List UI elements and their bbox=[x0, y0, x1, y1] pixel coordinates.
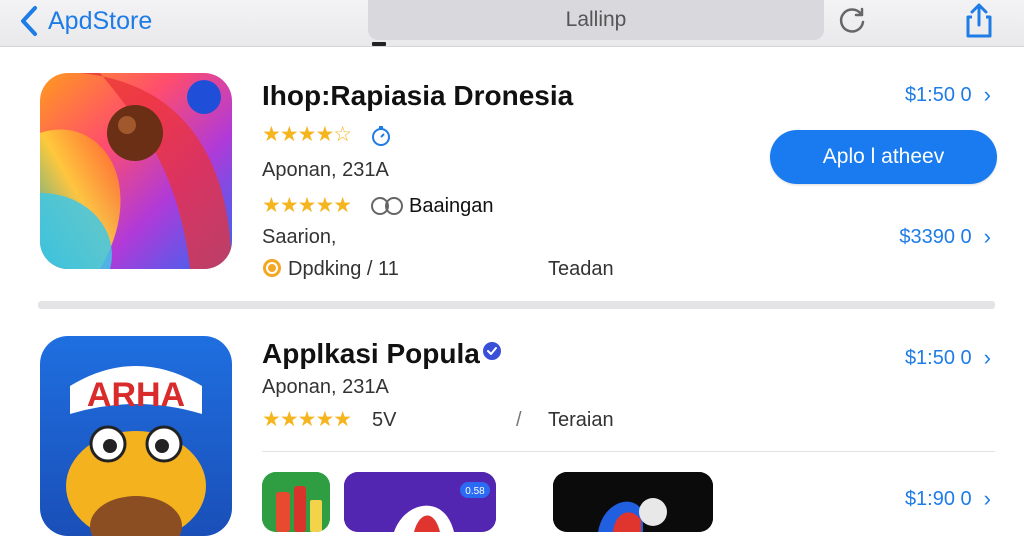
chevron-right-icon: › bbox=[983, 224, 991, 249]
category-label: Teadan bbox=[548, 258, 614, 280]
price-value: $3390 0 bbox=[899, 225, 972, 248]
rating-count: 5V bbox=[372, 409, 397, 431]
price-link[interactable]: $1:50 0 › bbox=[905, 345, 991, 371]
get-app-label: Aplo l atheev bbox=[822, 145, 945, 168]
chat-bubbles-icon bbox=[371, 197, 403, 215]
rating-stars: ★★★★★ bbox=[262, 408, 352, 431]
info-label: Dpdking / 11 bbox=[288, 258, 399, 280]
icon-text: ARHA bbox=[87, 376, 185, 414]
price-value: $1:90 0 bbox=[904, 487, 972, 510]
price-link[interactable]: $1:50 0 › bbox=[905, 82, 991, 108]
app-title[interactable]: Ihop:Rapiasia Dronesia bbox=[262, 80, 573, 112]
rating-stars: ★★★★★ bbox=[262, 194, 352, 217]
chevron-right-icon: › bbox=[983, 82, 991, 107]
back-label: ApdStore bbox=[48, 6, 153, 35]
review-label: Baaingan bbox=[409, 195, 494, 217]
row-divider bbox=[262, 451, 995, 452]
chevron-right-icon: › bbox=[983, 486, 991, 511]
app-thumbnail-drinks[interactable] bbox=[262, 472, 330, 532]
price-value: $1:50 0 bbox=[904, 83, 972, 106]
app-meta: Aponan, 231A bbox=[262, 159, 389, 181]
stopwatch-icon bbox=[372, 126, 390, 146]
app-thumbnail-purple[interactable]: 0.58 bbox=[344, 472, 496, 532]
app-icon-arha[interactable]: ARHA bbox=[40, 336, 232, 536]
section-divider bbox=[38, 301, 995, 309]
search-text: Lallinp bbox=[565, 8, 627, 31]
separator: / bbox=[516, 409, 522, 431]
chevron-left-icon bbox=[21, 6, 37, 36]
drink-icon bbox=[262, 472, 330, 532]
badge-text: 0.58 bbox=[465, 486, 485, 497]
verified-badge-icon bbox=[483, 342, 501, 360]
reload-icon[interactable] bbox=[838, 5, 868, 35]
app-icon-rainbow[interactable] bbox=[40, 73, 232, 269]
app-subtitle: Saarion, bbox=[262, 226, 337, 248]
mascot-icon: ARHA bbox=[40, 336, 232, 536]
rating-stars: ★★★★☆ bbox=[262, 123, 352, 146]
price-link[interactable]: $3390 0 › bbox=[899, 224, 991, 250]
search-field[interactable]: Lallinp bbox=[368, 0, 824, 40]
app-meta: Aponan, 231A bbox=[262, 376, 389, 398]
chevron-right-icon: › bbox=[983, 345, 991, 370]
app-thumbnail-dark[interactable] bbox=[553, 472, 713, 532]
rainbow-swirl-icon bbox=[40, 73, 232, 269]
get-app-button[interactable]: Aplo l atheev bbox=[770, 130, 997, 184]
category-label: Teraian bbox=[548, 409, 614, 431]
back-button[interactable]: ApdStore bbox=[18, 4, 152, 38]
app-title[interactable]: Applkasi Popula bbox=[262, 338, 480, 370]
price-link[interactable]: $1:90 0 › bbox=[905, 486, 991, 512]
price-value: $1:50 0 bbox=[904, 346, 972, 369]
navigation-bar: ApdStore Lallinp bbox=[0, 0, 1024, 47]
share-icon[interactable] bbox=[960, 2, 998, 40]
coin-icon bbox=[263, 259, 281, 277]
purple-card-icon: 0.58 bbox=[344, 472, 496, 532]
dark-card-icon bbox=[553, 472, 713, 532]
divider-mark bbox=[372, 42, 386, 46]
